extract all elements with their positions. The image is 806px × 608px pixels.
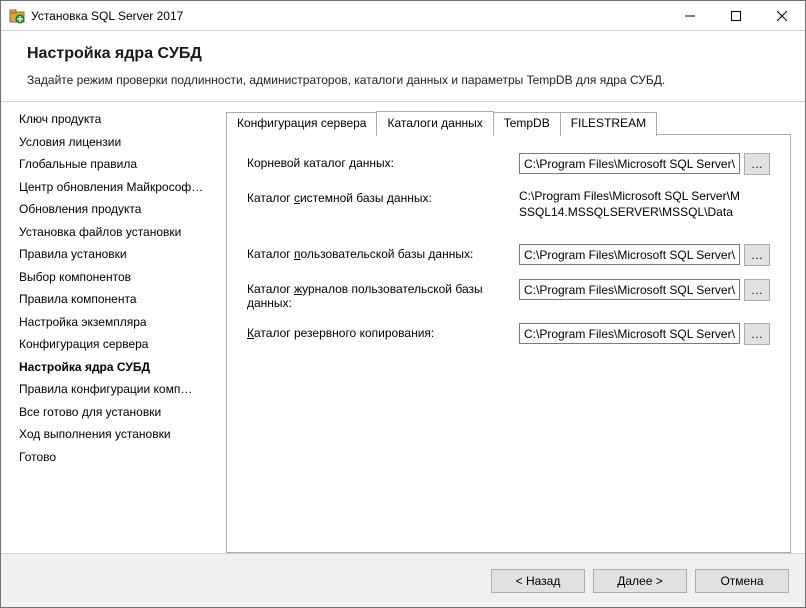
close-button[interactable] [759, 1, 805, 31]
app-icon [9, 8, 25, 24]
wizard-step[interactable]: Настройка ядра СУБД [19, 360, 220, 374]
input-user-db[interactable] [519, 244, 740, 265]
wizard-step[interactable]: Конфигурация сервера [19, 337, 220, 351]
wizard-step[interactable]: Обновления продукта [19, 202, 220, 216]
wizard-step[interactable]: Установка файлов установки [19, 225, 220, 239]
wizard-step[interactable]: Настройка экземпляра [19, 315, 220, 329]
wizard-step[interactable]: Центр обновления Майкрософ… [19, 180, 220, 194]
wizard-step[interactable]: Условия лицензии [19, 135, 220, 149]
page-description: Задайте режим проверки подлинности, адми… [27, 73, 785, 87]
wizard-footer: < Назад Далее > Отмена [1, 553, 805, 607]
row-user-log: Каталог журналов пользовательской базы д… [247, 279, 770, 310]
main-panel: Конфигурация сервераКаталоги данныхTempD… [226, 102, 805, 553]
wizard-step[interactable]: Ход выполнения установки [19, 427, 220, 441]
browse-data-root[interactable]: … [744, 153, 770, 175]
tab-content-data-directories: Корневой каталог данных: … Каталог систе… [226, 134, 791, 553]
wizard-step[interactable]: Правила компонента [19, 292, 220, 306]
tab-strip: Конфигурация сервераКаталоги данныхTempD… [226, 110, 791, 134]
wizard-step[interactable]: Готово [19, 450, 220, 464]
wizard-step[interactable]: Правила установки [19, 247, 220, 261]
cancel-button[interactable]: Отмена [695, 569, 789, 593]
next-button[interactable]: Далее > [593, 569, 687, 593]
wizard-step[interactable]: Правила конфигурации комп… [19, 382, 220, 396]
minimize-button[interactable] [667, 1, 713, 31]
wizard-step[interactable]: Глобальные правила [19, 157, 220, 171]
page-header: Настройка ядра СУБД Задайте режим провер… [1, 31, 805, 102]
input-data-root[interactable] [519, 153, 740, 174]
installer-window: Установка SQL Server 2017 Настройка ядра… [0, 0, 806, 608]
wizard-step[interactable]: Выбор компонентов [19, 270, 220, 284]
wizard-step[interactable]: Все готово для установки [19, 405, 220, 419]
titlebar: Установка SQL Server 2017 [1, 1, 805, 31]
label-backup: Каталог резервного копирования: [247, 323, 519, 340]
input-backup[interactable] [519, 323, 740, 344]
label-user-log: Каталог журналов пользовательской базы д… [247, 279, 519, 310]
row-backup: Каталог резервного копирования: … [247, 323, 770, 345]
label-data-root: Корневой каталог данных: [247, 153, 519, 170]
window-title: Установка SQL Server 2017 [31, 9, 667, 23]
label-user-db: Каталог пользовательской базы данных: [247, 244, 519, 261]
value-system-db: C:\Program Files\Microsoft SQL Server\MS… [519, 188, 740, 220]
row-data-root: Корневой каталог данных: … [247, 153, 770, 175]
row-user-db: Каталог пользовательской базы данных: … [247, 244, 770, 266]
tab[interactable]: Каталоги данных [376, 111, 493, 135]
wizard-step[interactable]: Ключ продукта [19, 112, 220, 126]
back-button[interactable]: < Назад [491, 569, 585, 593]
browse-user-log[interactable]: … [744, 279, 770, 301]
browse-backup[interactable]: … [744, 323, 770, 345]
wizard-steps-sidebar: Ключ продукта Условия лицензии Глобальные … [1, 102, 226, 553]
maximize-button[interactable] [713, 1, 759, 31]
tab[interactable]: Конфигурация сервера [226, 112, 377, 136]
row-system-db: Каталог системной базы данных: C:\Progra… [247, 188, 770, 220]
page-title: Настройка ядра СУБД [27, 45, 785, 63]
input-user-log[interactable] [519, 279, 740, 300]
tab[interactable]: FILESTREAM [560, 112, 657, 136]
label-system-db: Каталог системной базы данных: [247, 188, 519, 205]
browse-user-db[interactable]: … [744, 244, 770, 266]
tab[interactable]: TempDB [493, 112, 561, 136]
